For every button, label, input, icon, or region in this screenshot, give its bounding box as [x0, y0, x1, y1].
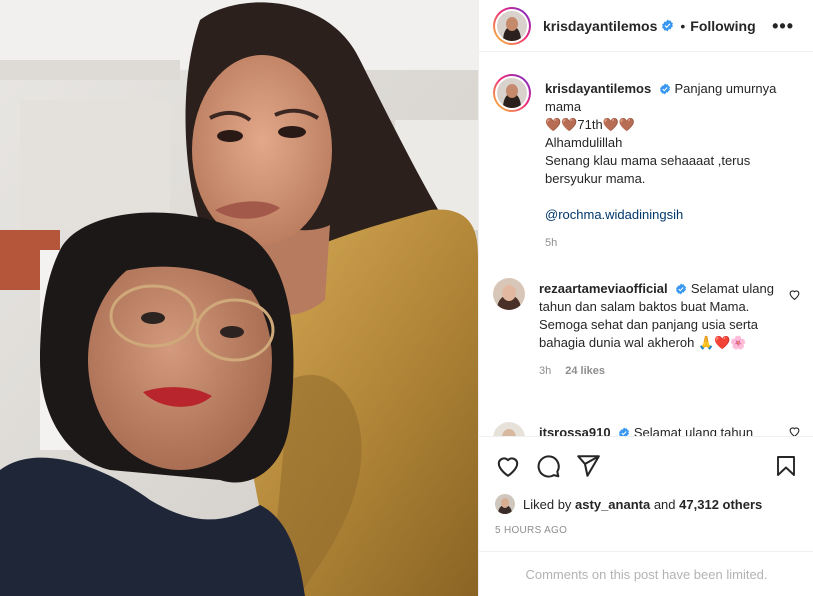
post-photo[interactable]: [0, 0, 478, 596]
author-avatar-image: [497, 10, 527, 41]
verified-icon: [619, 427, 630, 436]
comment-username[interactable]: rezaartameviaofficial: [539, 281, 668, 296]
more-icon[interactable]: •••: [772, 16, 794, 37]
likes-and: and: [653, 496, 676, 512]
liker-username[interactable]: asty_ananta: [575, 497, 650, 512]
commenter-avatar[interactable]: [493, 422, 525, 436]
comment-meta: 3h 24 likes: [539, 362, 775, 380]
comments-limited-notice: Comments on this post have been limited.: [479, 551, 813, 596]
caption-row: krisdayantilemos Panjang umurnya mama 🤎🤎…: [493, 74, 799, 252]
post-sidebar: krisdayantilemos • Following ••• krisday…: [478, 0, 813, 596]
verified-icon: [659, 83, 670, 95]
author-username[interactable]: krisdayantilemos: [543, 18, 657, 34]
header-separator: •: [680, 17, 686, 34]
caption-username[interactable]: krisdayantilemos: [545, 81, 651, 96]
instagram-post: krisdayantilemos • Following ••• krisday…: [0, 0, 813, 596]
caption-text: krisdayantilemos Panjang umurnya mama 🤎🤎…: [545, 80, 799, 252]
commenter-avatar[interactable]: [493, 278, 525, 310]
comment-likes[interactable]: 24 likes: [565, 365, 605, 377]
caption-line-3: Alhamdulillah: [545, 135, 623, 150]
comment-row: rezaartameviaofficial Selamat ulang tahu…: [493, 278, 775, 380]
comment-row: itsrossa910 Selamat ulang tahun: [493, 422, 775, 436]
caption-line-2: 🤎🤎71th🤎🤎: [545, 117, 636, 132]
comment-body: Selamat ulang tahun: [633, 425, 754, 436]
post-actions: Liked by asty_ananta and 47,312 others 5…: [479, 436, 813, 551]
caption-time[interactable]: 5h: [545, 234, 799, 252]
likes-prefix: Liked by: [523, 496, 572, 512]
verified-icon: [676, 283, 687, 295]
comment-text: itsrossa910 Selamat ulang tahun: [539, 424, 775, 436]
bookmark-icon[interactable]: [774, 453, 798, 479]
comment-time[interactable]: 3h: [539, 365, 551, 377]
comment-username[interactable]: itsrossa910: [539, 425, 611, 436]
comment-heart-icon[interactable]: [788, 288, 801, 301]
post-timestamp[interactable]: 5 HOURS AGO: [495, 525, 567, 536]
heart-icon[interactable]: [495, 453, 521, 479]
comment-icon[interactable]: [535, 453, 561, 479]
comments-section: krisdayantilemos Panjang umurnya mama 🤎🤎…: [479, 53, 813, 436]
comment-text: rezaartameviaofficial Selamat ulang tahu…: [539, 280, 775, 380]
caption-avatar-image: [497, 78, 527, 108]
post-header: krisdayantilemos • Following •••: [479, 0, 813, 52]
following-button[interactable]: Following: [690, 18, 755, 34]
caption-mention[interactable]: @rochma.widadiningsih: [545, 206, 799, 224]
selfie-image: [0, 0, 478, 596]
likes-summary: Liked by asty_ananta and 47,312 others: [495, 494, 762, 514]
author-avatar[interactable]: [493, 6, 531, 45]
verified-icon: [662, 19, 674, 32]
comment-heart-icon[interactable]: [788, 425, 801, 436]
liker-avatar[interactable]: [495, 494, 515, 514]
likes-count[interactable]: 47,312 others: [679, 497, 762, 512]
share-icon[interactable]: [575, 453, 601, 479]
caption-avatar[interactable]: [493, 74, 531, 112]
caption-line-4: Senang klau mama sehaaaat ,terus bersyuk…: [545, 153, 751, 186]
